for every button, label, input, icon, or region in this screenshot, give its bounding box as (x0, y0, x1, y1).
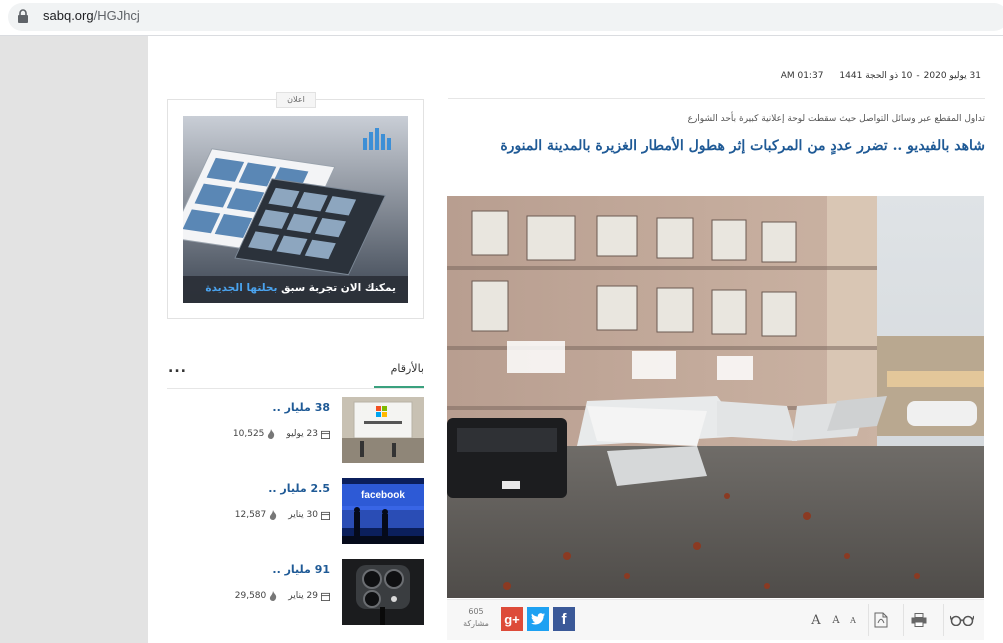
twitter-icon (531, 613, 545, 625)
date-gregorian: 31 يوليو 2020 (923, 71, 981, 81)
reading-mode-button[interactable] (946, 606, 978, 634)
item-views: 12,587 (234, 510, 267, 520)
date-hijri: 10 ذو الحجة 1441 (839, 71, 913, 81)
list-item[interactable]: facebook 2.5 مليار .. 30 يناير 12,587 (167, 478, 424, 544)
date-separator: - (916, 71, 920, 81)
glasses-icon (950, 615, 974, 626)
article-photo[interactable] (447, 196, 984, 598)
font-small-label: A (850, 615, 856, 625)
item-date: 29 يناير (288, 591, 318, 601)
twitter-share-button[interactable] (527, 607, 549, 631)
thumbnail-iphone-camera[interactable] (342, 559, 424, 625)
facebook-share-button[interactable]: f (553, 607, 575, 631)
article-subtitle: تداول المقطع عبر وسائل التواصل حيث سقطت … (687, 114, 985, 124)
facebook-icon: f (561, 610, 567, 628)
lock-icon[interactable] (16, 8, 30, 24)
ad-headline-part1: يمكنك الان تجربة سبق (281, 282, 396, 294)
google-plus-icon: g+ (504, 611, 520, 627)
url-domain: sabq.org (43, 8, 94, 23)
item-date: 30 يناير (288, 510, 318, 520)
url-text[interactable]: sabq.org/HGJhcj (43, 8, 140, 23)
toolbar-separator (943, 604, 944, 636)
divider (448, 98, 985, 99)
printer-icon (911, 613, 927, 627)
article-time: 01:37 AM (780, 71, 824, 81)
flame-icon (268, 429, 275, 439)
thumbnail-facebook[interactable]: facebook (342, 478, 424, 544)
item-meta: 29 يناير 29,580 (235, 591, 330, 601)
thumbnail-image: facebook (342, 478, 424, 544)
share-count-value: 605 (468, 607, 484, 616)
section-more-button[interactable]: ... (168, 360, 187, 376)
item-title[interactable]: 2.5 مليار .. (268, 482, 330, 495)
thumbnail-microsoft-store[interactable] (342, 397, 424, 463)
toolbar-separator (903, 604, 904, 636)
google-plus-share-button[interactable]: g+ (501, 607, 523, 631)
list-item[interactable]: 91 مليار .. 29 يناير 29,580 (167, 559, 424, 625)
list-item[interactable]: 38 مليار .. 23 يوليو 10,525 (167, 397, 424, 463)
ad-headline: يمكنك الان تجربة سبق بحلتها الجديدة (205, 282, 396, 294)
pdf-icon (874, 612, 888, 628)
ad-label: اعلان (276, 92, 316, 108)
item-views: 10,525 (232, 429, 265, 439)
pdf-button[interactable] (867, 606, 895, 634)
advertisement-box: اعلان يمكنك الان تجربة سبق بحلتها الجديد… (167, 92, 424, 319)
photo-storm-damage (447, 196, 984, 598)
page-content: 31 يوليو 2020 - 10 ذو الحجة 1441 01:37 A… (148, 36, 1003, 643)
section-title-numbers[interactable]: بالأرقام (362, 362, 424, 375)
flame-icon (270, 510, 277, 520)
calendar-icon (321, 511, 330, 520)
omnibox[interactable] (8, 3, 1003, 31)
ad-banner[interactable]: يمكنك الان تجربة سبق بحلتها الجديدة (183, 116, 408, 303)
article-toolbar: 605 مشاركة g+ f A A A (447, 599, 984, 640)
font-decrease-button[interactable]: A (839, 606, 867, 634)
item-date: 23 يوليو (286, 429, 318, 439)
thumbnail-image (342, 397, 424, 463)
item-title[interactable]: 38 مليار .. (272, 401, 330, 414)
item-views: 29,580 (234, 591, 267, 601)
item-meta: 23 يوليو 10,525 (233, 429, 330, 439)
browser-address-bar: sabq.org/HGJhcj (0, 0, 1003, 36)
ad-banner-graphic (183, 116, 408, 303)
url-path: /HGJhcj (93, 8, 140, 23)
flame-icon (270, 591, 277, 601)
thumbnail-image (342, 559, 424, 625)
section-divider (167, 388, 424, 389)
item-title[interactable]: 91 مليار .. (272, 563, 330, 576)
print-button[interactable] (905, 606, 933, 634)
share-count-label: مشاركة (463, 619, 489, 628)
share-counter: 605 مشاركة (459, 606, 493, 630)
ad-headline-part2: بحلتها الجديدة (205, 282, 278, 294)
svg-text:facebook: facebook (361, 490, 405, 501)
font-large-label: A (811, 612, 821, 628)
article-meta: 31 يوليو 2020 - 10 ذو الحجة 1441 01:37 A… (781, 69, 985, 83)
article-title[interactable]: شاهد بالفيديو .. تضرر عددٍ من المركبات إ… (448, 138, 985, 154)
item-meta: 30 يناير 12,587 (235, 510, 330, 520)
page-margin (0, 36, 148, 643)
calendar-icon (321, 592, 330, 601)
calendar-icon (321, 430, 330, 439)
